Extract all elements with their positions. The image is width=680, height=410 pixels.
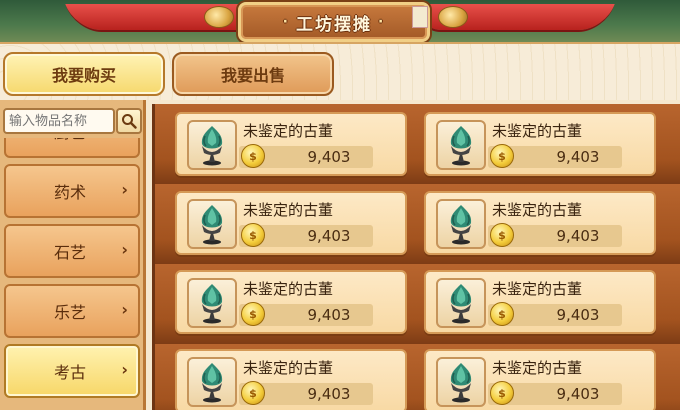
item-icon-slot — [187, 120, 237, 170]
item-name: 未鉴定的古董 — [243, 122, 334, 140]
item-card[interactable]: 未鉴定的古董 $9,403 — [424, 349, 656, 410]
item-card[interactable]: 未鉴定的古董 $9,403 — [424, 270, 656, 334]
item-price: 9,403 — [556, 227, 600, 245]
item-icon-slot — [187, 199, 237, 249]
tab-bar: 我要购买 我要出售 — [0, 44, 680, 100]
category-list: 厨艺 › 药术 › 石艺 › 乐艺 › 考古 › — [4, 138, 140, 410]
category-label: 乐艺 — [54, 303, 87, 322]
item-icon-slot — [436, 278, 486, 328]
category-item-archaeology[interactable]: 考古 › — [4, 344, 140, 398]
category-label: 石艺 — [54, 243, 87, 262]
category-item-stone[interactable]: 石艺 › — [4, 224, 140, 278]
category-sidebar: 厨艺 › 药术 › 石艺 › 乐艺 › 考古 › — [0, 100, 146, 410]
antique-jade-icon — [201, 363, 223, 403]
item-card[interactable]: 未鉴定的古董 $9,403 — [424, 112, 656, 176]
coin-icon: $ — [241, 144, 265, 168]
item-price: 9,403 — [556, 306, 600, 324]
item-name: 未鉴定的古董 — [492, 359, 583, 377]
antique-jade-icon — [450, 284, 472, 324]
title-dot: · — [378, 14, 386, 30]
title-dot: · — [282, 14, 290, 30]
item-shelf: 未鉴定的古董 $9,403 未鉴定的古董 $9,403 未鉴定的古董 $9,403 未鉴定的… — [152, 104, 680, 410]
red-ribbon-left — [65, 4, 265, 30]
market-panel: 我要购买 我要出售 厨艺 › 药术 › 石艺 › 乐艺 — [0, 42, 680, 410]
item-card[interactable]: 未鉴定的古董 $9,403 — [175, 191, 407, 255]
item-icon-slot — [436, 357, 486, 407]
page-title-text: 工坊摆摊 — [296, 14, 372, 35]
chevron-right-icon: › — [121, 360, 128, 379]
tab-buy[interactable]: 我要购买 — [3, 52, 165, 96]
category-label: 厨艺 — [54, 138, 86, 143]
coin-icon: $ — [241, 302, 265, 326]
seal-stamp — [412, 6, 428, 28]
search-input[interactable] — [3, 108, 115, 134]
coin-icon: $ — [490, 302, 514, 326]
item-price: 9,403 — [307, 227, 351, 245]
item-price: 9,403 — [307, 385, 351, 403]
coin-icon: $ — [490, 381, 514, 405]
item-icon-slot — [436, 199, 486, 249]
chevron-right-icon: › — [121, 300, 128, 319]
item-card[interactable]: 未鉴定的古董 $9,403 — [175, 270, 407, 334]
coin-icon: $ — [241, 223, 265, 247]
chevron-right-icon: › — [121, 240, 128, 259]
antique-jade-icon — [201, 205, 223, 245]
item-card[interactable]: 未鉴定的古董 $9,403 — [175, 112, 407, 176]
tab-sell[interactable]: 我要出售 — [172, 52, 334, 96]
item-name: 未鉴定的古董 — [492, 280, 583, 298]
category-item-medicine[interactable]: 药术 › — [4, 164, 140, 218]
item-price: 9,403 — [307, 148, 351, 166]
item-name: 未鉴定的古董 — [492, 122, 583, 140]
category-label: 药术 — [54, 183, 87, 202]
search-icon — [122, 114, 137, 129]
coin-icon: $ — [490, 144, 514, 168]
item-icon-slot — [187, 357, 237, 407]
item-icon-slot — [436, 120, 486, 170]
antique-jade-icon — [450, 126, 472, 166]
chevron-right-icon: › — [121, 180, 128, 199]
category-item-music[interactable]: 乐艺 › — [4, 284, 140, 338]
category-label: 考古 — [54, 363, 87, 382]
category-item-cooking[interactable]: 厨艺 › — [4, 138, 140, 158]
item-price: 9,403 — [556, 148, 600, 166]
chevron-right-icon: › — [121, 138, 128, 139]
item-card[interactable]: 未鉴定的古董 $9,403 — [175, 349, 407, 410]
item-card[interactable]: 未鉴定的古董 $9,403 — [424, 191, 656, 255]
coin-icon: $ — [241, 381, 265, 405]
item-price: 9,403 — [556, 385, 600, 403]
item-icon-slot — [187, 278, 237, 328]
header-scene: · 工坊摆摊 · — [0, 0, 680, 42]
antique-jade-icon — [201, 126, 223, 166]
antique-jade-icon — [201, 284, 223, 324]
item-name: 未鉴定的古董 — [243, 359, 334, 377]
item-name: 未鉴定的古董 — [243, 201, 334, 219]
page-title: · 工坊摆摊 · — [238, 2, 430, 42]
antique-jade-icon — [450, 363, 472, 403]
search-button[interactable] — [116, 108, 142, 134]
item-name: 未鉴定的古董 — [492, 201, 583, 219]
antique-jade-icon — [450, 205, 472, 245]
item-price: 9,403 — [307, 306, 351, 324]
coin-icon: $ — [490, 223, 514, 247]
gold-knot-icon — [204, 6, 234, 28]
item-name: 未鉴定的古董 — [243, 280, 334, 298]
gold-knot-icon — [438, 6, 468, 28]
